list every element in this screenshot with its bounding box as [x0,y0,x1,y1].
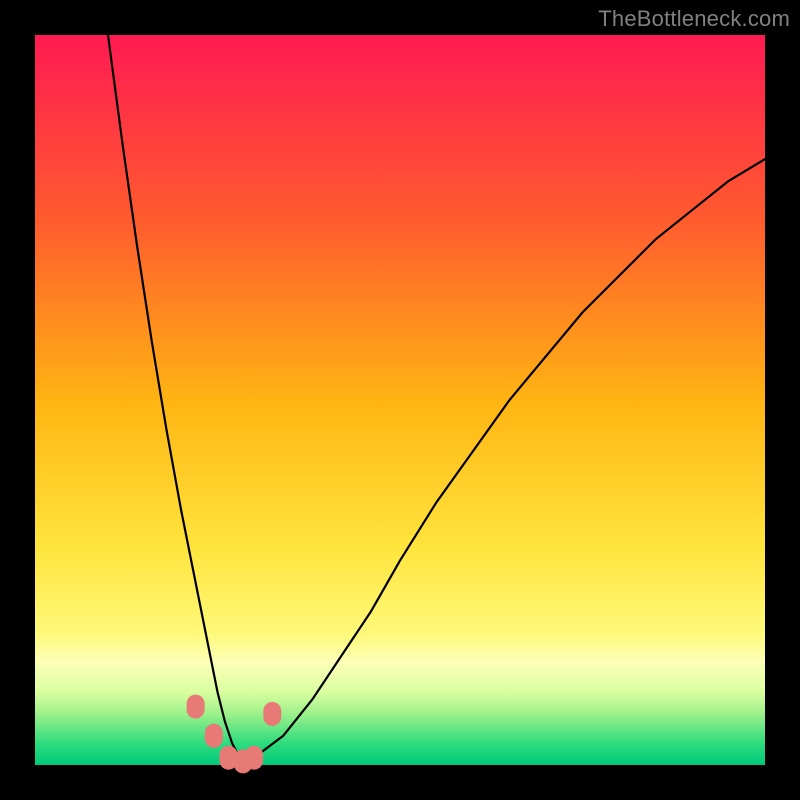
watermark-text: TheBottleneck.com [598,6,790,32]
curve-marker [245,746,263,770]
curve-marker [187,695,205,719]
plot-background [35,35,765,765]
curve-marker [205,724,223,748]
chart-frame: TheBottleneck.com [0,0,800,800]
bottleneck-chart [0,0,800,800]
curve-marker [263,702,281,726]
